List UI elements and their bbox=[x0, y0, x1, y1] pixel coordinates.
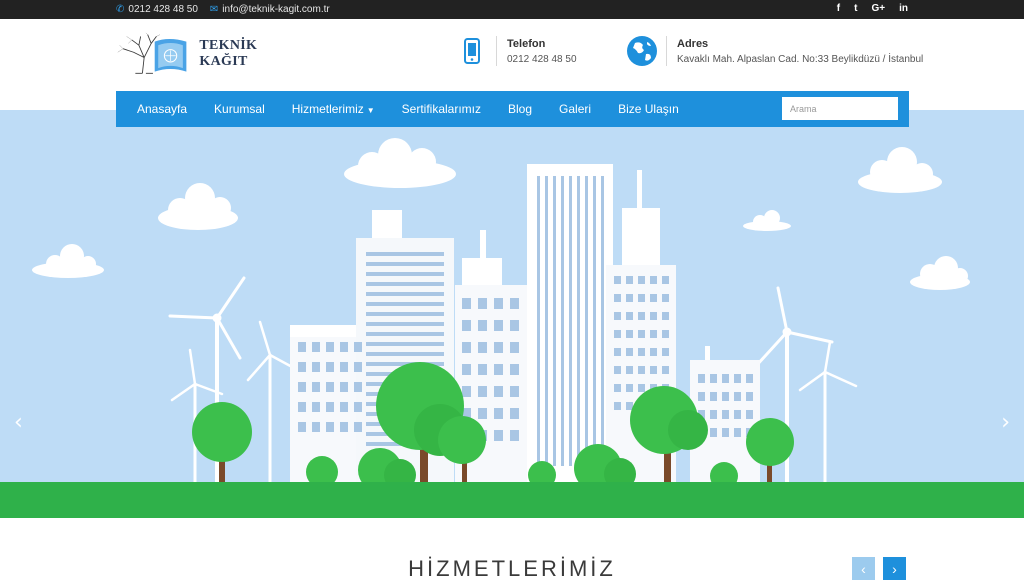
phone-label: Telefon bbox=[507, 37, 546, 50]
city-illustration bbox=[0, 138, 1024, 518]
phone-icon: ✆ bbox=[116, 4, 125, 15]
cloud bbox=[158, 183, 238, 230]
nav-item-sertifikalarimiz[interactable]: Sertifikalarımız bbox=[402, 102, 481, 116]
nav-item-galeri[interactable]: Galeri bbox=[559, 102, 591, 116]
phone-value[interactable]: 0212 428 48 50 bbox=[507, 54, 577, 65]
wind-turbine bbox=[798, 340, 858, 486]
google-plus-icon[interactable]: G+ bbox=[871, 3, 885, 14]
facebook-icon[interactable]: f bbox=[837, 3, 840, 14]
address-label: Adres bbox=[677, 37, 709, 50]
globe-icon bbox=[626, 35, 658, 67]
slider-prev-arrow[interactable]: ‹ bbox=[14, 410, 23, 435]
wind-turbine bbox=[246, 320, 296, 486]
nav-item-hizmetlerimiz[interactable]: Hizmetlerimiz ▼ bbox=[292, 102, 375, 116]
services-prev-button[interactable]: ‹ bbox=[852, 557, 875, 580]
header-phone-block: Telefon 0212 428 48 50 bbox=[456, 35, 577, 67]
top-bar: ✆ 0212 428 48 50 ✉ info@teknik-kagit.com… bbox=[0, 0, 1024, 19]
cloud bbox=[344, 138, 456, 188]
nav-item-bize-ulasin[interactable]: Bize Ulaşın bbox=[618, 102, 679, 116]
envelope-icon: ✉ bbox=[209, 4, 219, 15]
logo-text: TEKNİK KAĞIT bbox=[199, 38, 258, 69]
mobile-phone-icon bbox=[456, 35, 488, 67]
cloud bbox=[910, 256, 970, 290]
hero-slider: ‹ › bbox=[0, 110, 1024, 518]
nav-item-anasayfa[interactable]: Anasayfa bbox=[137, 102, 187, 116]
top-contact: ✆ 0212 428 48 50 ✉ info@teknik-kagit.com… bbox=[116, 4, 330, 15]
top-phone-text: 0212 428 48 50 bbox=[128, 4, 198, 15]
header-address-block: Adres Kavaklı Mah. Alpaslan Cad. No:33 B… bbox=[626, 35, 923, 67]
phone-separator bbox=[496, 36, 497, 66]
windows-skyscraper bbox=[537, 176, 604, 466]
social-links: f t G+ in bbox=[837, 3, 908, 14]
address-separator bbox=[666, 36, 667, 66]
cloud bbox=[743, 210, 791, 231]
nav-item-blog[interactable]: Blog bbox=[508, 102, 532, 116]
address-value: Kavaklı Mah. Alpaslan Cad. No:33 Beylikd… bbox=[677, 53, 924, 65]
services-next-button[interactable]: › bbox=[883, 557, 906, 580]
top-phone[interactable]: ✆ 0212 428 48 50 bbox=[116, 4, 198, 15]
top-email-text: info@teknik-kagit.com.tr bbox=[222, 4, 330, 15]
twitter-icon[interactable]: t bbox=[854, 3, 857, 14]
tree bbox=[192, 402, 252, 486]
site-header: TEKNİK KAĞIT Telefon 0212 428 48 50 Adre… bbox=[0, 19, 1024, 91]
nav-menu: Anasayfa Kurumsal Hizmetlerimiz ▼ Sertifi… bbox=[116, 102, 706, 116]
linkedin-icon[interactable]: in bbox=[899, 3, 908, 14]
top-email[interactable]: ✉ info@teknik-kagit.com.tr bbox=[210, 4, 330, 15]
nav-item-hizmetlerimiz-label: Hizmetlerimiz bbox=[291, 102, 364, 116]
slider-next-arrow[interactable]: › bbox=[1001, 410, 1010, 435]
cloud bbox=[858, 147, 942, 193]
nav-item-kurumsal[interactable]: Kurumsal bbox=[214, 102, 265, 116]
main-nav: Anasayfa Kurumsal Hizmetlerimiz ▼ Sertifi… bbox=[116, 91, 909, 127]
logo-tree-icon bbox=[117, 32, 187, 74]
grass bbox=[0, 482, 1024, 518]
search-input[interactable] bbox=[782, 97, 898, 120]
cloud bbox=[32, 244, 104, 278]
site-logo[interactable]: TEKNİK KAĞIT bbox=[116, 29, 296, 79]
caret-down-icon: ▼ bbox=[366, 106, 375, 115]
